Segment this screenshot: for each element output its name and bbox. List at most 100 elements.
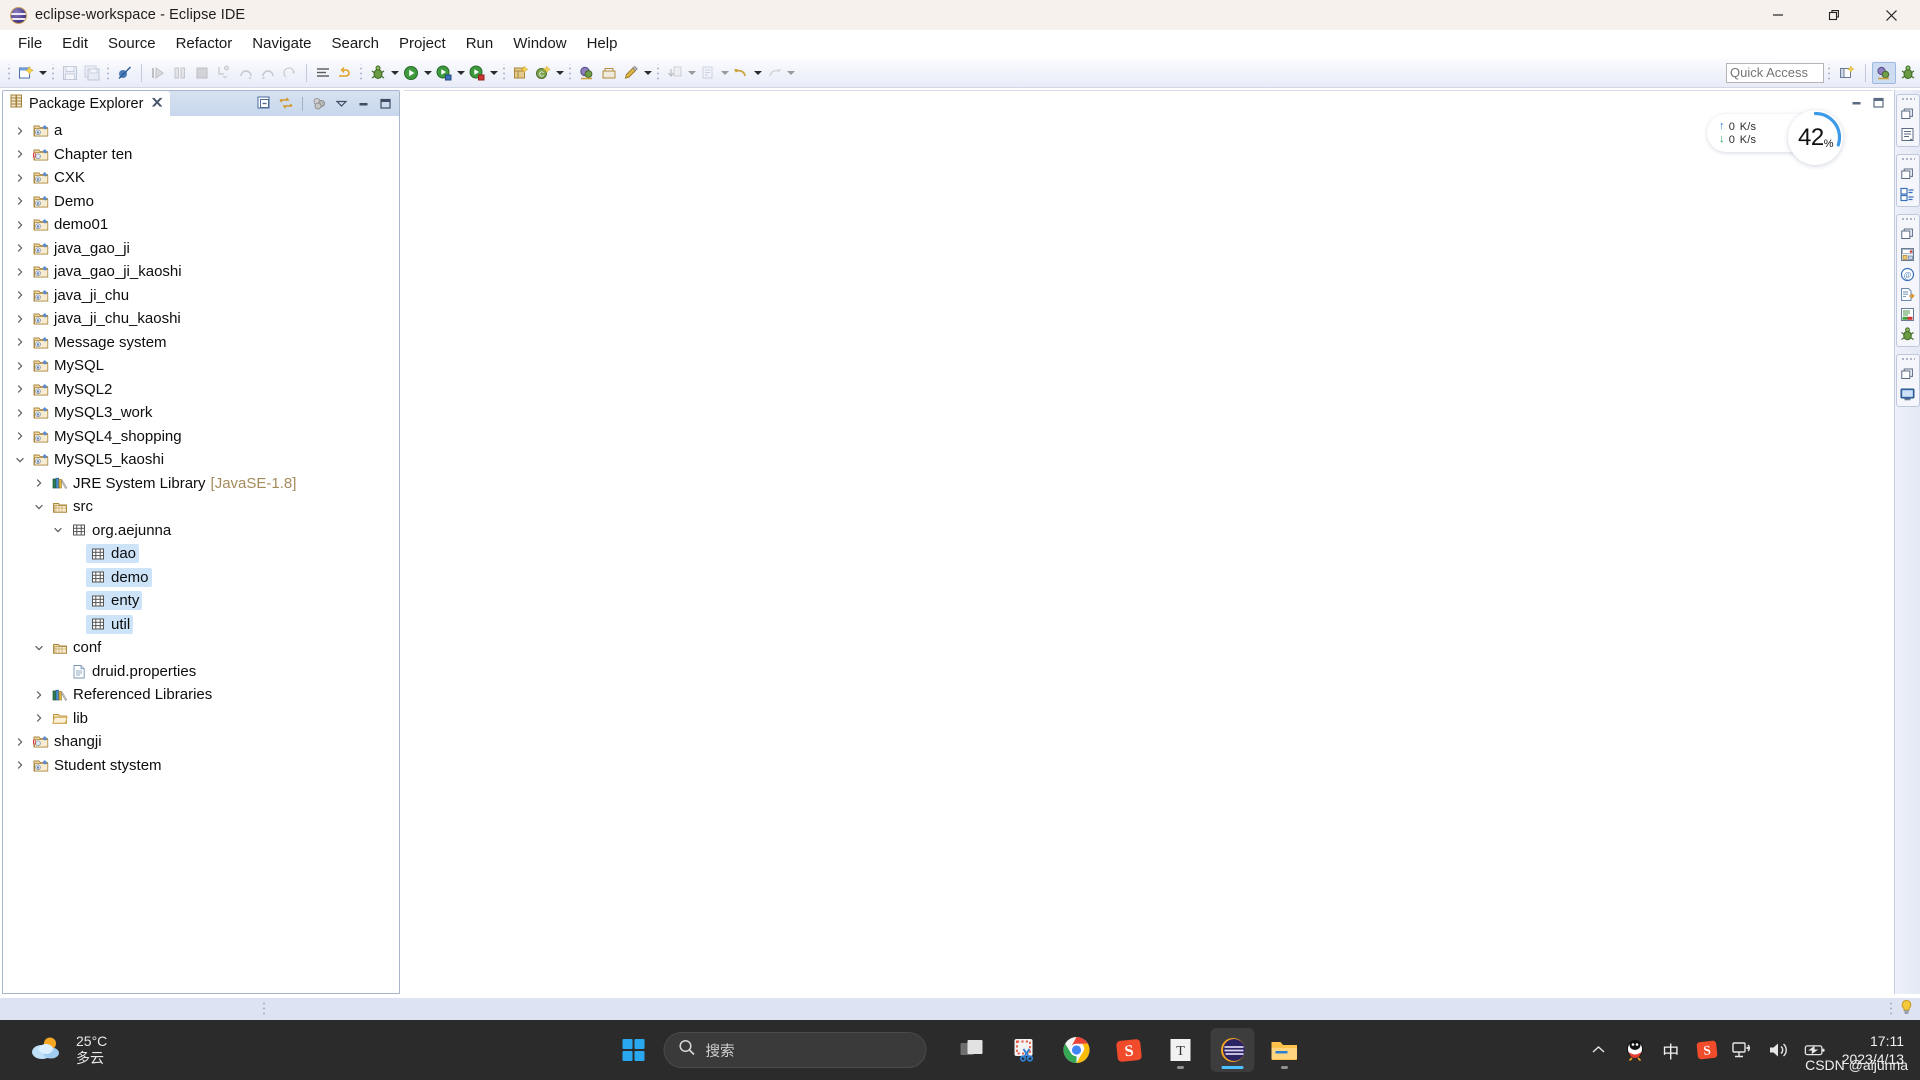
toolbar-group-handle-4[interactable] bbox=[501, 63, 508, 82]
twisty-collapsed-icon[interactable] bbox=[11, 190, 29, 213]
tree-row[interactable]: MySQL3_work bbox=[3, 401, 399, 425]
twisty-collapsed-icon[interactable] bbox=[11, 260, 29, 283]
tree-item-content[interactable]: JRE System Library [JavaSE-1.8] bbox=[48, 474, 299, 493]
volume-icon[interactable] bbox=[1768, 1038, 1790, 1062]
close-icon[interactable] bbox=[151, 96, 163, 111]
twisty-collapsed-icon[interactable] bbox=[11, 119, 29, 142]
tree-item-content[interactable]: CXK bbox=[29, 168, 88, 187]
tree-item-content[interactable]: java_gao_ji bbox=[29, 239, 133, 258]
maximize-icon[interactable] bbox=[1870, 95, 1886, 109]
skip-breakpoints-icon[interactable] bbox=[334, 62, 356, 84]
tree-row[interactable]: JRE System Library [JavaSE-1.8] bbox=[3, 472, 399, 496]
qq-icon[interactable] bbox=[1624, 1038, 1646, 1062]
tree-item-content[interactable]: Referenced Libraries bbox=[48, 685, 215, 704]
twisty-collapsed-icon[interactable] bbox=[11, 401, 29, 424]
taskbar-clock[interactable]: 17:11 2023/4/13 CSDN @aijunna bbox=[1805, 1032, 1908, 1073]
tree-row[interactable]: demo bbox=[3, 566, 399, 590]
tree-item-content[interactable]: java_ji_chu_kaoshi bbox=[29, 309, 184, 328]
menu-window[interactable]: Window bbox=[503, 31, 576, 57]
status-bar-handle-right[interactable] bbox=[1889, 1001, 1896, 1017]
minimize-icon[interactable] bbox=[1848, 95, 1864, 109]
tree-row[interactable]: java_ji_chu_kaoshi bbox=[3, 307, 399, 331]
twisty-collapsed-icon[interactable] bbox=[11, 307, 29, 330]
drop-to-frame-icon[interactable] bbox=[279, 62, 301, 84]
run-dropdown-icon[interactable] bbox=[422, 62, 433, 84]
restore-icon[interactable] bbox=[1898, 105, 1918, 123]
resume-icon[interactable] bbox=[147, 62, 169, 84]
next-annotation-icon[interactable] bbox=[697, 62, 719, 84]
twisty-expanded-icon[interactable] bbox=[30, 495, 48, 518]
ime-chinese-icon[interactable]: 中 bbox=[1660, 1038, 1682, 1062]
tree-item-content[interactable]: MySQL5_kaoshi bbox=[29, 450, 167, 469]
twisty-expanded-icon[interactable] bbox=[11, 448, 29, 471]
new-java-project-icon[interactable] bbox=[510, 62, 532, 84]
focus-on-active-task-icon[interactable] bbox=[309, 94, 329, 113]
tree-item-content[interactable]: Chapter ten bbox=[29, 145, 135, 164]
coverage-dropdown-icon[interactable] bbox=[488, 62, 499, 84]
tree-row[interactable]: java_gao_ji_kaoshi bbox=[3, 260, 399, 284]
tree-item-content[interactable]: a bbox=[29, 121, 65, 140]
link-with-editor-icon[interactable] bbox=[276, 94, 296, 113]
terminate-icon[interactable] bbox=[191, 62, 213, 84]
back-icon[interactable] bbox=[730, 62, 752, 84]
fast-view-group-handle[interactable] bbox=[1900, 157, 1915, 162]
outline-view-icon[interactable] bbox=[1898, 125, 1918, 143]
taskbar-weather-widget[interactable]: 25°C 多云 bbox=[0, 1033, 107, 1068]
typora-icon[interactable]: T bbox=[1159, 1028, 1203, 1072]
tree-item-content[interactable]: MySQL4_shopping bbox=[29, 427, 185, 446]
toolbar-group-handle-5[interactable] bbox=[567, 63, 574, 82]
tree-row[interactable]: lib bbox=[3, 707, 399, 731]
restore-button[interactable] bbox=[1806, 0, 1863, 30]
tree-row[interactable]: enty bbox=[3, 589, 399, 613]
annotation-dropdown-icon[interactable] bbox=[642, 62, 653, 84]
fast-view-group-handle[interactable] bbox=[1900, 357, 1915, 362]
step-return-icon[interactable] bbox=[257, 62, 279, 84]
fast-view-bar[interactable]: @ bbox=[1894, 90, 1920, 994]
servers-view-icon[interactable] bbox=[1898, 245, 1918, 263]
debug-icon[interactable] bbox=[367, 62, 389, 84]
minimize-button[interactable] bbox=[1749, 0, 1806, 30]
restore-icon[interactable] bbox=[1898, 225, 1918, 243]
battery-icon[interactable] bbox=[1804, 1038, 1826, 1062]
tree-row[interactable]: MySQL bbox=[3, 354, 399, 378]
run-last-icon[interactable] bbox=[433, 62, 455, 84]
new-class-icon[interactable]: C bbox=[532, 62, 554, 84]
tree-item-content[interactable]: conf bbox=[48, 638, 104, 657]
tree-row[interactable]: dao bbox=[3, 542, 399, 566]
menu-search[interactable]: Search bbox=[321, 31, 389, 57]
tree-item-content[interactable]: demo01 bbox=[29, 215, 111, 234]
next-annotation-dropdown-icon[interactable] bbox=[719, 62, 730, 84]
tree-row[interactable]: shangji bbox=[3, 730, 399, 754]
twisty-collapsed-icon[interactable] bbox=[30, 683, 48, 706]
restore-icon[interactable] bbox=[1898, 165, 1918, 183]
twisty-collapsed-icon[interactable] bbox=[11, 284, 29, 307]
java-perspective-icon[interactable] bbox=[1872, 61, 1896, 84]
save-all-icon[interactable] bbox=[81, 62, 103, 84]
new-wizard-dropdown-icon[interactable] bbox=[37, 62, 48, 84]
display-view-icon[interactable] bbox=[1898, 385, 1918, 403]
tree-item-content[interactable]: MySQL bbox=[29, 356, 107, 375]
network-icon[interactable] bbox=[1732, 1038, 1754, 1062]
tree-row[interactable]: Chapter ten bbox=[3, 143, 399, 167]
tree-row[interactable]: demo01 bbox=[3, 213, 399, 237]
view-menu-icon[interactable] bbox=[331, 94, 351, 113]
back-dropdown-icon[interactable] bbox=[752, 62, 763, 84]
toggle-breakpoint-icon[interactable] bbox=[114, 62, 136, 84]
tree-item-content[interactable]: MySQL3_work bbox=[29, 403, 155, 422]
tree-row[interactable]: java_gao_ji bbox=[3, 237, 399, 261]
menu-file[interactable]: File bbox=[8, 31, 52, 57]
google-chrome-icon[interactable] bbox=[1055, 1028, 1099, 1072]
previous-edit-dropdown-icon[interactable] bbox=[686, 62, 697, 84]
twisty-collapsed-icon[interactable] bbox=[11, 166, 29, 189]
tree-row[interactable]: Student stystem bbox=[3, 754, 399, 778]
fast-view-group-handle[interactable] bbox=[1900, 97, 1915, 102]
tree-item-content[interactable]: MySQL2 bbox=[29, 380, 115, 399]
show-hidden-icons-chevron-icon[interactable] bbox=[1588, 1038, 1610, 1062]
close-button[interactable] bbox=[1863, 0, 1920, 30]
tree-item-content[interactable]: demo bbox=[86, 567, 152, 587]
tree-row[interactable]: Message system bbox=[3, 331, 399, 355]
tree-row[interactable]: CXK bbox=[3, 166, 399, 190]
debug-perspective-icon[interactable] bbox=[1896, 62, 1920, 84]
tree-item-content[interactable]: Student stystem bbox=[29, 756, 165, 775]
toolbar-group-handle-6[interactable] bbox=[655, 63, 662, 82]
